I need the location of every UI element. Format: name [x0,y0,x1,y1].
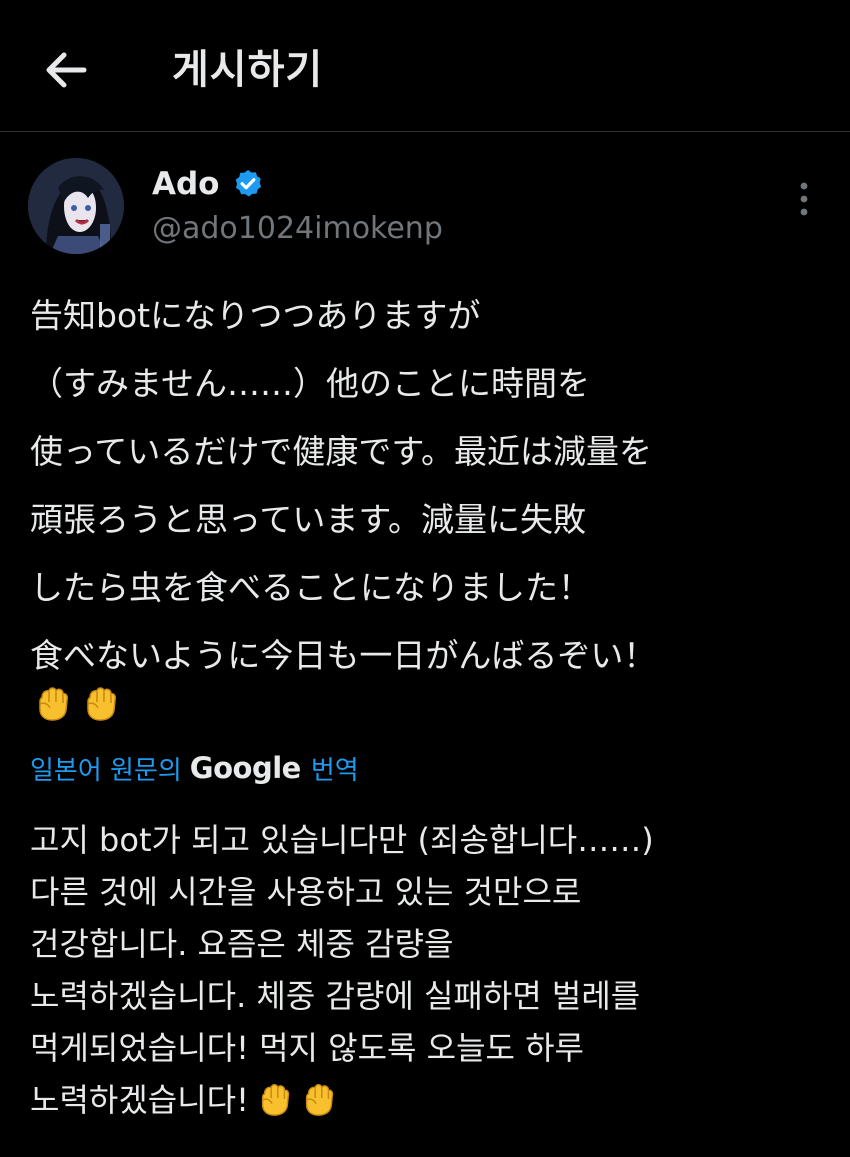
translation-prefix: 일본어 원문의 [30,755,182,786]
translation-suffix: 번역 [310,755,359,786]
more-button[interactable] [786,178,822,222]
arrow-left-icon [46,52,87,88]
verified-badge-icon [235,170,262,197]
translated-line: 먹게되었습니다! 먹지 않도록 오늘도 하루 [30,1029,584,1067]
post-line: （すみません……）他のことに時間を [30,364,591,403]
page-title: 게시하기 [172,47,324,93]
post-line: 告知botになりつつありますが [30,296,481,335]
handle[interactable]: @ado1024imokenp [152,211,443,247]
back-button[interactable] [36,40,96,100]
translated-line: 노력하겠습니다. 체중 감량에 실패하면 벌레를 [30,977,641,1015]
post-text: 告知botになりつつありますが （すみません……）他のことに時間を使っているだけで… [30,282,830,690]
display-name[interactable]: Ado [152,166,219,202]
translated-line: 다른 것에 시간을 사용하고 있는 것만으로 [30,873,582,911]
post-line: 使っているだけで健康です。最近は減量を [30,432,653,471]
post-emojis [32,682,120,722]
translated-text: 고지 bot가 되고 있습니다만 (죄송합니다……) 다른 것에 시간을 사용하고… [30,814,830,1126]
translated-line: 노력하겠습니다! [30,1081,249,1119]
avatar[interactable] [28,158,124,254]
raised-fist-emoji [261,1083,290,1116]
translation-label[interactable]: 일본어 원문의 Google 번역 [30,748,359,788]
google-logo: Google [189,751,302,785]
raised-fist-emoji [39,687,68,721]
top-bar: 게시하기 [0,0,850,132]
post-line: 頑張ろうと思っています。減量に失敗 [30,500,587,539]
avatar-image [28,158,124,254]
translated-line: 건강합니다. 요즘은 체중 감량을 [30,925,454,963]
raised-fist-emoji [87,687,116,721]
post-line: 食べないように今日も一日がんばるぞい！ [30,636,657,675]
raised-fist-emoji [305,1083,334,1116]
translated-line-last: 노력하겠습니다! [30,1074,830,1126]
translated-line: 고지 bot가 되고 있습니다만 (죄송합니다……) [30,821,654,859]
post-line: したら虫を食べることになりました！ [30,568,591,607]
more-vertical-icon [800,182,808,216]
